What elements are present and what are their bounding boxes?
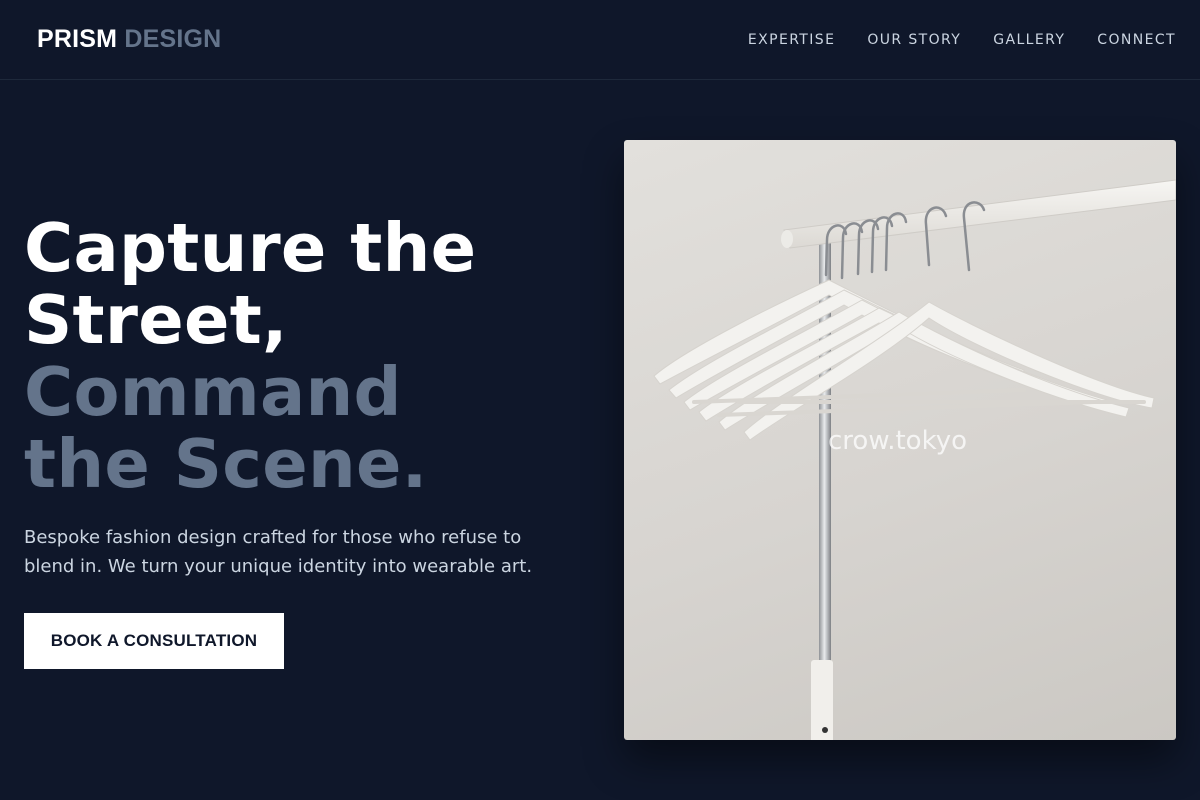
hero-headline: Capture the Street, Command the Scene. xyxy=(24,212,476,500)
nav-link-gallery[interactable]: GALLERY xyxy=(993,31,1065,49)
headline-line-3: Command xyxy=(24,353,402,431)
image-watermark: crow.tokyo xyxy=(828,426,967,456)
nav-link-expertise[interactable]: EXPERTISE xyxy=(748,31,835,49)
nav-link-connect[interactable]: CONNECT xyxy=(1097,31,1176,49)
hero-description: Bespoke fashion design crafted for those… xyxy=(24,527,533,577)
hero-image-clothes-rack: crow.tokyo xyxy=(624,140,1176,740)
book-consultation-button[interactable]: BOOK A CONSULTATION xyxy=(24,613,284,669)
site-header: PRISM DESIGN EXPERTISE OUR STORY GALLERY… xyxy=(0,0,1200,80)
headline-line-4: the Scene. xyxy=(24,425,428,503)
logo-text-primary: PRISM xyxy=(37,25,118,53)
headline-line-2: Street, xyxy=(24,281,288,359)
headline-line-1: Capture the xyxy=(24,209,477,287)
nav-link-our-story[interactable]: OUR STORY xyxy=(867,31,961,49)
brand-logo[interactable]: PRISM DESIGN xyxy=(37,24,221,54)
logo-text-secondary: DESIGN xyxy=(124,25,222,53)
main-nav: EXPERTISE OUR STORY GALLERY CONNECT xyxy=(748,31,1176,49)
